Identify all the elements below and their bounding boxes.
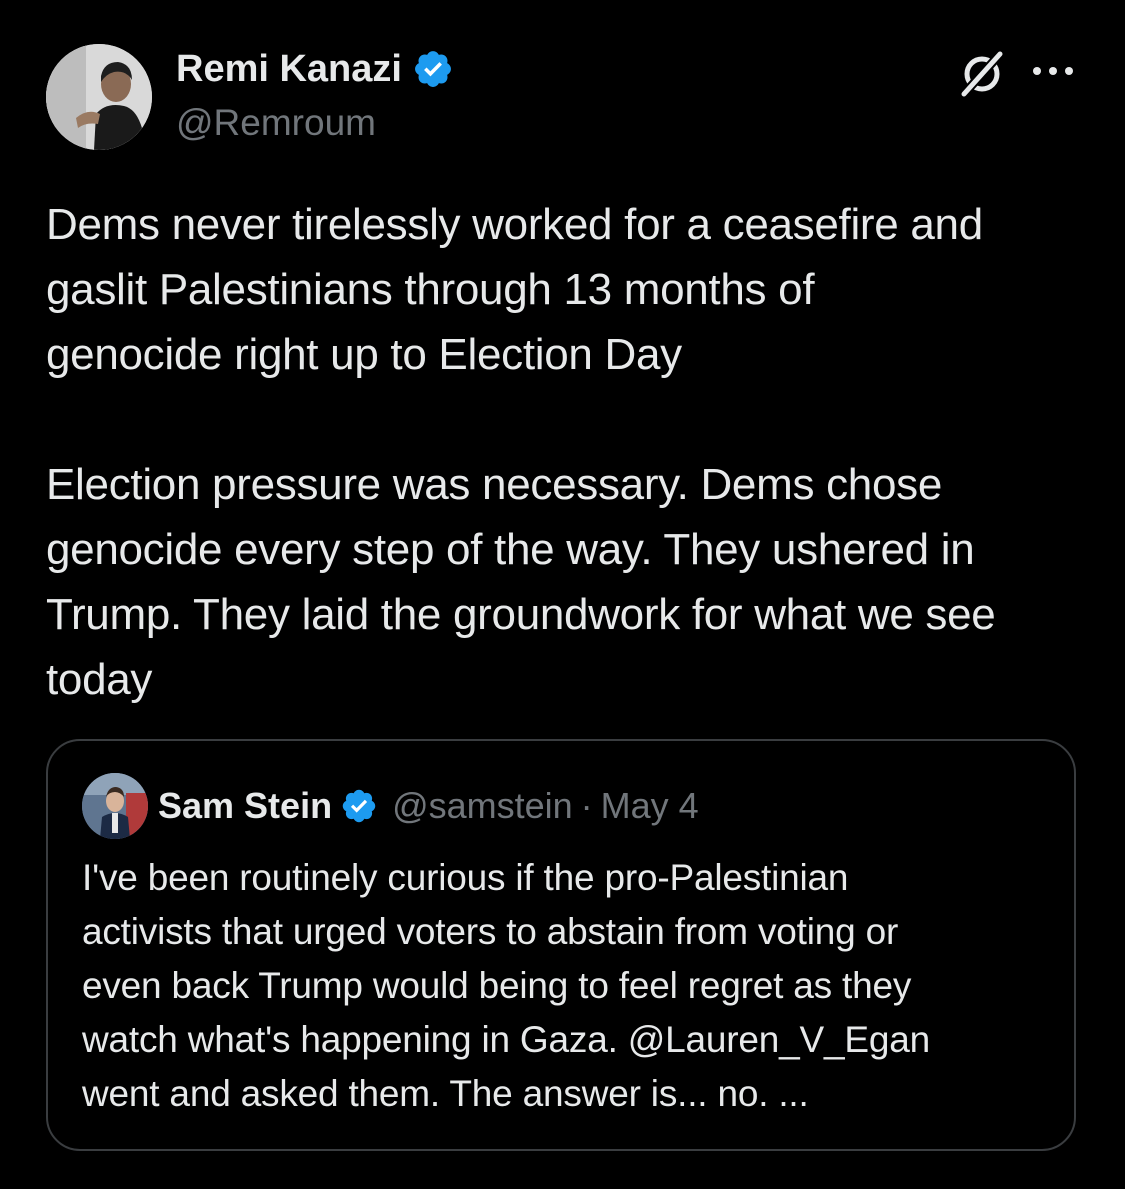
meta-separator: · bbox=[580, 785, 593, 826]
author-name[interactable]: Remi Kanazi bbox=[176, 46, 454, 92]
quoted-text-line: I've been routinely curious if the pro-P… bbox=[82, 857, 849, 898]
quoted-author-name[interactable]: Sam Stein bbox=[158, 781, 332, 831]
quoted-tweet-date[interactable]: May 4 bbox=[601, 781, 699, 831]
quoted-tweet-text: I've been routinely curious if the pro-P… bbox=[82, 851, 1042, 1121]
tweet-text: Dems never tirelessly worked for a cease… bbox=[46, 192, 1096, 712]
tweet-paragraph-1: Dems never tirelessly worked for a cease… bbox=[46, 200, 983, 379]
quoted-text-line: went and asked them. The answer is... no… bbox=[82, 1073, 809, 1114]
quoted-tweet-header: Sam Stein @samstein · May 4 bbox=[158, 781, 699, 831]
quoted-author-avatar[interactable] bbox=[82, 773, 148, 839]
quoted-text-line: activists that urged voters to abstain f… bbox=[82, 911, 899, 952]
quoted-text-line-prefix: watch what's happening in Gaza. bbox=[82, 1019, 628, 1060]
quoted-verified-badge-icon bbox=[340, 787, 378, 825]
mention-link[interactable]: @Lauren_V_Egan bbox=[628, 1019, 930, 1060]
grok-icon[interactable] bbox=[956, 48, 1008, 100]
more-options-icon[interactable] bbox=[1030, 56, 1076, 86]
profile-photo bbox=[46, 44, 152, 150]
quoted-text-line: even back Trump would being to feel regr… bbox=[82, 965, 912, 1006]
tweet-paragraph-2: Election pressure was necessary. Dems ch… bbox=[46, 460, 996, 704]
quoted-tweet-card[interactable]: Sam Stein @samstein · May 4 I've been ro… bbox=[46, 739, 1076, 1151]
author-avatar[interactable] bbox=[46, 44, 152, 150]
quoted-author-handle[interactable]: @samstein bbox=[392, 781, 573, 831]
author-name-text[interactable]: Remi Kanazi bbox=[176, 46, 402, 92]
verified-badge-icon bbox=[412, 48, 454, 90]
author-handle[interactable]: @Remroum bbox=[176, 100, 376, 146]
quoted-profile-photo bbox=[82, 773, 148, 839]
quoted-text-line: watch what's happening in Gaza. @Lauren_… bbox=[82, 1013, 1042, 1067]
